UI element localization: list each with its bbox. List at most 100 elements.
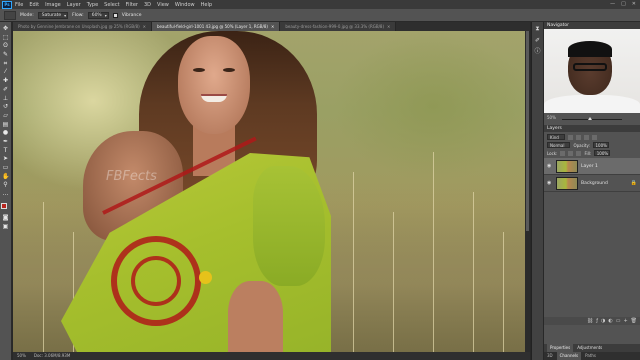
filter-adjustment-icon[interactable] <box>575 134 581 140</box>
presenter-glasses <box>573 63 607 71</box>
menu-type[interactable]: Type <box>87 2 98 8</box>
move-tool-icon[interactable]: ✥ <box>2 25 9 33</box>
lasso-tool-icon[interactable]: ʘ <box>2 43 9 50</box>
tab-properties[interactable]: Properties <box>547 344 574 352</box>
tab-channels[interactable]: Channels <box>556 352 582 360</box>
filter-shape-icon[interactable] <box>591 134 597 140</box>
menu-layer[interactable]: Layer <box>67 2 81 8</box>
presenter-shirt <box>544 95 640 113</box>
options-bar: Mode: Saturate Flow: 60% Vibrance <box>0 9 640 22</box>
menu-filter[interactable]: Filter <box>126 2 138 8</box>
visibility-eye-icon[interactable]: ◉ <box>547 163 553 169</box>
layer-row[interactable]: ◉ Layer 1 <box>544 158 640 175</box>
layer-filter-select[interactable]: Kind <box>547 134 565 140</box>
fill-input[interactable]: 100% <box>594 150 611 156</box>
more-tools-icon[interactable]: … <box>2 191 9 198</box>
maximize-button[interactable]: □ <box>621 1 626 7</box>
filter-pixel-icon[interactable] <box>567 134 573 140</box>
dress-sleeve <box>253 166 325 286</box>
close-icon[interactable]: ✕ <box>143 24 146 29</box>
quick-mask-icon[interactable]: ◙ <box>2 214 9 222</box>
grass-stalk <box>43 202 44 352</box>
menu-view[interactable]: View <box>157 2 169 8</box>
close-button[interactable]: ✕ <box>632 1 636 7</box>
link-layers-icon[interactable]: ⛓ <box>587 318 593 324</box>
document-tab[interactable]: beauty-dress-fashion-999-0.jpg @ 33.3% (… <box>280 22 397 31</box>
history-icon[interactable]: ⧗ <box>534 25 541 33</box>
new-group-icon[interactable]: ▭ <box>616 318 621 324</box>
mode-label: Mode: <box>20 12 34 18</box>
layer-name: Layer 1 <box>581 163 598 169</box>
vibrance-checkbox[interactable] <box>112 12 118 18</box>
navigator-zoom-knob[interactable] <box>588 117 592 120</box>
new-layer-icon[interactable]: + <box>623 318 627 324</box>
document-image[interactable]: FBFects <box>13 31 525 352</box>
brush-tool-icon[interactable]: ✐ <box>2 86 9 94</box>
crop-tool-icon[interactable]: ⌗ <box>2 60 9 68</box>
vertical-scrollbar[interactable] <box>525 31 530 352</box>
visibility-eye-icon[interactable]: ◉ <box>547 180 553 186</box>
document-tab-active[interactable]: beautiful-field-girl-1001 43.jpg @ 50% (… <box>152 22 281 31</box>
menu-window[interactable]: Window <box>175 2 195 8</box>
menu-image[interactable]: Image <box>45 2 61 8</box>
sponge-tool-icon[interactable]: ● <box>2 130 9 137</box>
lock-position-icon[interactable] <box>568 150 574 156</box>
layers-list-empty-space <box>544 192 640 317</box>
navigator-zoom-strip: 50% <box>544 113 640 125</box>
tool-preset-picker[interactable] <box>4 10 16 20</box>
clone-stamp-tool-icon[interactable]: ⊥ <box>2 95 9 103</box>
tab-adjustments[interactable]: Adjustments <box>577 344 602 352</box>
eraser-tool-icon[interactable]: ▱ <box>2 112 9 120</box>
menu-3d[interactable]: 3D <box>144 2 151 8</box>
info-icon[interactable]: ⓘ <box>534 48 541 56</box>
navigator-zoom-slider[interactable] <box>562 119 622 120</box>
grass-stalk <box>473 192 474 352</box>
minimize-button[interactable]: — <box>610 1 615 7</box>
screen-mode-icon[interactable]: ▣ <box>2 223 9 231</box>
healing-brush-tool-icon[interactable]: ✚ <box>2 78 9 85</box>
layer-thumbnail <box>556 176 578 190</box>
navigator-panel-header: Navigator <box>544 22 640 29</box>
flow-select[interactable]: 60% <box>87 11 109 19</box>
quick-select-tool-icon[interactable]: ✎ <box>2 52 9 59</box>
close-icon[interactable]: ✕ <box>387 24 390 29</box>
subject-smile <box>201 94 227 102</box>
filter-type-icon[interactable] <box>583 134 589 140</box>
color-swatches[interactable] <box>1 202 10 213</box>
scrollbar-thumb[interactable] <box>526 31 529 231</box>
new-adjustment-icon[interactable]: ◐ <box>608 318 612 324</box>
type-tool-icon[interactable]: T <box>2 147 9 155</box>
gradient-tool-icon[interactable]: ▤ <box>2 121 9 129</box>
tab-paths[interactable]: Paths <box>585 352 596 360</box>
menu-edit[interactable]: Edit <box>29 2 39 8</box>
layers-tab[interactable]: Layers <box>547 125 562 132</box>
mode-select[interactable]: Saturate <box>37 11 69 19</box>
menu-select[interactable]: Select <box>104 2 119 8</box>
menu-help[interactable]: Help <box>201 2 212 8</box>
brush-settings-icon[interactable]: ✐ <box>534 37 541 45</box>
canvas-area[interactable]: FBFects <box>13 31 530 352</box>
tab-3d[interactable]: 3D <box>547 352 553 360</box>
zoom-tool-icon[interactable]: ⚲ <box>2 182 9 189</box>
history-brush-tool-icon[interactable]: ↺ <box>2 104 9 111</box>
lock-pixels-icon[interactable] <box>560 150 566 156</box>
blend-mode-select[interactable]: Normal <box>547 142 571 148</box>
opacity-input[interactable]: 100% <box>592 142 609 148</box>
pen-tool-icon[interactable]: ✒ <box>2 138 9 146</box>
layer-style-icon[interactable]: ƒ <box>596 318 598 324</box>
eyedropper-tool-icon[interactable]: ⁄ <box>2 69 9 76</box>
close-icon[interactable]: ✕ <box>271 24 274 29</box>
lock-all-icon[interactable] <box>576 150 582 156</box>
layer-row[interactable]: ◉ Background 🔒 <box>544 175 640 192</box>
add-mask-icon[interactable]: ◑ <box>601 318 605 324</box>
foreground-color-swatch[interactable] <box>1 202 7 209</box>
navigator-tab[interactable]: Navigator <box>547 22 569 29</box>
path-select-tool-icon[interactable]: ➤ <box>2 156 9 163</box>
menu-file[interactable]: File <box>15 2 23 8</box>
document-tab[interactable]: Photo by Gennine Jembrane on Unsplash.jp… <box>13 22 152 31</box>
zoom-level[interactable]: 50% <box>17 352 26 360</box>
marquee-tool-icon[interactable]: ⬚ <box>2 34 9 42</box>
shape-tool-icon[interactable]: ▭ <box>2 164 9 172</box>
delete-layer-icon[interactable]: 🗑 <box>631 318 637 324</box>
hand-tool-icon[interactable]: ✋ <box>2 173 9 181</box>
